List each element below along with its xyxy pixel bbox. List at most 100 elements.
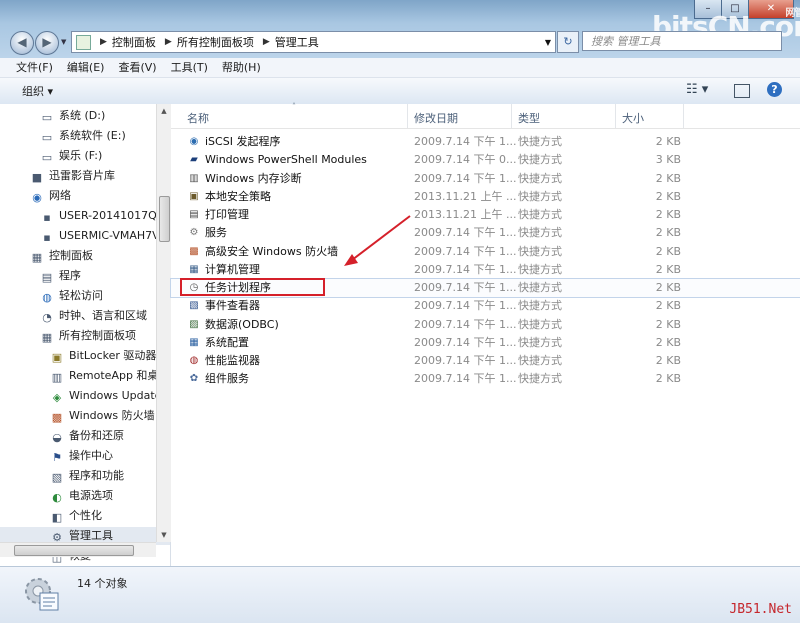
scroll-up-icon[interactable]: ▲	[157, 104, 171, 118]
file-date: 2009.7.14 下午 1...	[414, 262, 517, 276]
nav-item[interactable]: ⚑ 操作中心	[50, 447, 113, 465]
nav-item[interactable]: ▦ 控制面板	[30, 247, 93, 265]
nav-item[interactable]: ▪ USER-20141017QI	[40, 207, 160, 225]
file-row[interactable]: ▩ 高级安全 Windows 防火墙 2009.7.14 下午 1... 快捷方式 2 …	[171, 243, 800, 261]
organize-button[interactable]: 组织 ▾	[22, 83, 53, 99]
nav-item[interactable]: ▤ 程序	[40, 267, 81, 285]
forward-button[interactable]: ▶	[35, 31, 59, 55]
breadcrumb-item[interactable]: 所有控制面板项	[177, 34, 254, 50]
file-date: 2013.11.21 上午 ...	[414, 189, 517, 203]
computer-icon: ▪	[43, 231, 51, 244]
view-options-icon[interactable]: ☷ ▾	[686, 82, 708, 97]
nav-item[interactable]: ◍ 轻松访问	[40, 287, 103, 305]
file-type: 快捷方式	[518, 281, 562, 294]
file-size: 2 KB	[655, 226, 681, 240]
file-row[interactable]: ▧ 事件查看器 2009.7.14 下午 1... 快捷方式 2 KB	[171, 297, 800, 315]
file-row[interactable]: ▤ 打印管理 2013.11.21 上午 ... 快捷方式 2 KB	[171, 206, 800, 224]
nav-item[interactable]: ▧ 程序和功能	[50, 467, 124, 485]
scroll-down-icon[interactable]: ▼	[157, 528, 171, 542]
file-row[interactable]: ⚙ 服务 2009.7.14 下午 1... 快捷方式 2 KB	[171, 224, 800, 242]
file-size: 2 KB	[655, 189, 681, 203]
nav-item[interactable]: ▥ RemoteApp 和桌面	[50, 367, 170, 385]
nav-vertical-scrollbar[interactable]: ▲ ▼	[156, 104, 171, 542]
column-type[interactable]: 类型	[518, 110, 540, 126]
search-input[interactable]: 搜索 管理工具	[582, 31, 782, 51]
file-size: 2 KB	[655, 299, 681, 313]
file-date: 2009.7.14 下午 0...	[414, 153, 517, 167]
file-type: 快捷方式	[518, 262, 562, 276]
breadcrumb-separator[interactable]: ▶	[100, 37, 107, 47]
clock-language-icon: ◔	[42, 311, 52, 324]
nav-item[interactable]: ◧ 个性化	[50, 507, 102, 525]
nav-item[interactable]: ▭ 系统 (D:)	[40, 107, 105, 125]
file-name: 本地安全策略	[205, 189, 271, 203]
nav-item[interactable]: ■ 迅雷影音片库	[30, 167, 115, 185]
scroll-thumb[interactable]	[159, 196, 170, 242]
computer-icon: ▪	[43, 211, 51, 224]
breadcrumb-item[interactable]: 控制面板	[112, 34, 156, 50]
menu-file[interactable]: 文件(F)	[9, 58, 60, 77]
menu-tools[interactable]: 工具(T)	[164, 58, 215, 77]
nav-item-label: 所有控制面板项	[59, 329, 136, 342]
nav-item-label: Windows Update	[69, 389, 162, 402]
breadcrumb-separator[interactable]: ▶	[165, 37, 172, 47]
help-icon[interactable]: ?	[767, 82, 782, 97]
nav-item-label: Windows 防火墙	[69, 409, 155, 422]
nav-item[interactable]: ▭ 系统软件 (E:)	[40, 127, 126, 145]
nav-item[interactable]: ◐ 电源选项	[50, 487, 113, 505]
nav-item-label: 程序	[59, 269, 81, 282]
powershell-icon: ▰	[190, 154, 198, 166]
scroll-thumb[interactable]	[14, 545, 134, 556]
file-size: 2 KB	[655, 354, 681, 367]
menu-view[interactable]: 查看(V)	[111, 58, 163, 77]
drive-icon: ▭	[41, 151, 53, 164]
nav-item-label: 个性化	[69, 509, 102, 522]
file-row[interactable]: ▣ 本地安全策略 2013.11.21 上午 ... 快捷方式 2 KB	[171, 188, 800, 206]
nav-item[interactable]: ▩ Windows 防火墙	[50, 407, 155, 425]
file-row[interactable]: ✿ 组件服务 2009.7.14 下午 1... 快捷方式 2 KB	[171, 370, 800, 388]
nav-item[interactable]: ◒ 备份和还原	[50, 427, 124, 445]
nav-horizontal-scrollbar[interactable]	[0, 542, 156, 557]
file-row[interactable]: ▰ Windows PowerShell Modules 2009.7.14 下午 …	[171, 151, 800, 169]
file-row[interactable]: ▦ 计算机管理 2009.7.14 下午 1... 快捷方式 2 KB	[171, 261, 800, 279]
nav-item[interactable]: ▣ BitLocker 驱动器加	[50, 347, 168, 365]
nav-item-label: 迅雷影音片库	[49, 169, 115, 182]
file-type: 快捷方式	[518, 171, 562, 185]
breadcrumb-separator[interactable]: ▶	[263, 37, 270, 47]
file-type: 快捷方式	[518, 208, 562, 221]
menu-edit[interactable]: 编辑(E)	[60, 58, 112, 77]
file-row[interactable]: ▥ Windows 内存诊断 2009.7.14 下午 1... 快捷方式 2 KB	[171, 170, 800, 188]
file-size: 3 KB	[655, 153, 681, 167]
file-row[interactable]: ▦ 系统配置 2009.7.14 下午 1... 快捷方式 2 KB	[171, 334, 800, 352]
details-pane: 14 个对象 JB51.Net	[0, 566, 800, 623]
breadcrumb-item[interactable]: 管理工具	[275, 34, 319, 50]
nav-item[interactable]: ▦ 所有控制面板项	[40, 327, 136, 345]
file-size: 2 KB	[655, 208, 681, 221]
nav-item[interactable]: ▪ USERMIC-VMAH7V	[40, 227, 159, 245]
column-date[interactable]: 修改日期	[414, 110, 458, 126]
nav-item-label: RemoteApp 和桌面	[69, 369, 170, 382]
file-row[interactable]: ◍ 性能监视器 2009.7.14 下午 1... 快捷方式 2 KB	[171, 352, 800, 370]
nav-item[interactable]: ◔ 时钟、语言和区域	[40, 307, 147, 325]
nav-item[interactable]: ▭ 娱乐 (F:)	[40, 147, 102, 165]
column-size[interactable]: 大小	[622, 110, 644, 126]
file-row[interactable]: ◉ iSCSI 发起程序 2009.7.14 下午 1... 快捷方式 2 KB	[171, 133, 800, 151]
column-name[interactable]: 名称	[187, 110, 209, 126]
address-bar[interactable]: ▶ 控制面板 ▶ 所有控制面板项 ▶ 管理工具 ▼	[71, 31, 556, 53]
accessibility-icon: ◍	[42, 291, 52, 304]
back-button[interactable]: ◀	[10, 31, 34, 55]
preview-pane-icon[interactable]	[734, 84, 750, 98]
nav-item-label: USER-20141017QI	[59, 209, 161, 222]
file-name: 性能监视器	[205, 354, 260, 367]
menu-help[interactable]: 帮助(H)	[215, 58, 268, 77]
nav-item-label: 网络	[49, 189, 71, 202]
recent-pages-dropdown[interactable]: ▼	[61, 38, 66, 46]
address-dropdown-icon[interactable]: ▼	[545, 38, 551, 47]
nav-item[interactable]: ◈ Windows Update	[50, 387, 162, 405]
nav-item[interactable]: ◉ 网络	[30, 187, 71, 205]
drive-icon: ▭	[41, 131, 53, 144]
navigation-pane: ▭ 系统 (D:) ▭ 系统软件 (E:) ▭ 娱乐 (F:) ■ 迅雷影音片库 ◉ 网络 ▪ USE…	[0, 104, 171, 566]
refresh-button[interactable]: ↻	[557, 31, 579, 53]
file-row[interactable]: ▨ 数据源(ODBC) 2009.7.14 下午 1... 快捷方式 2 KB	[171, 316, 800, 334]
file-name: 打印管理	[205, 208, 249, 221]
